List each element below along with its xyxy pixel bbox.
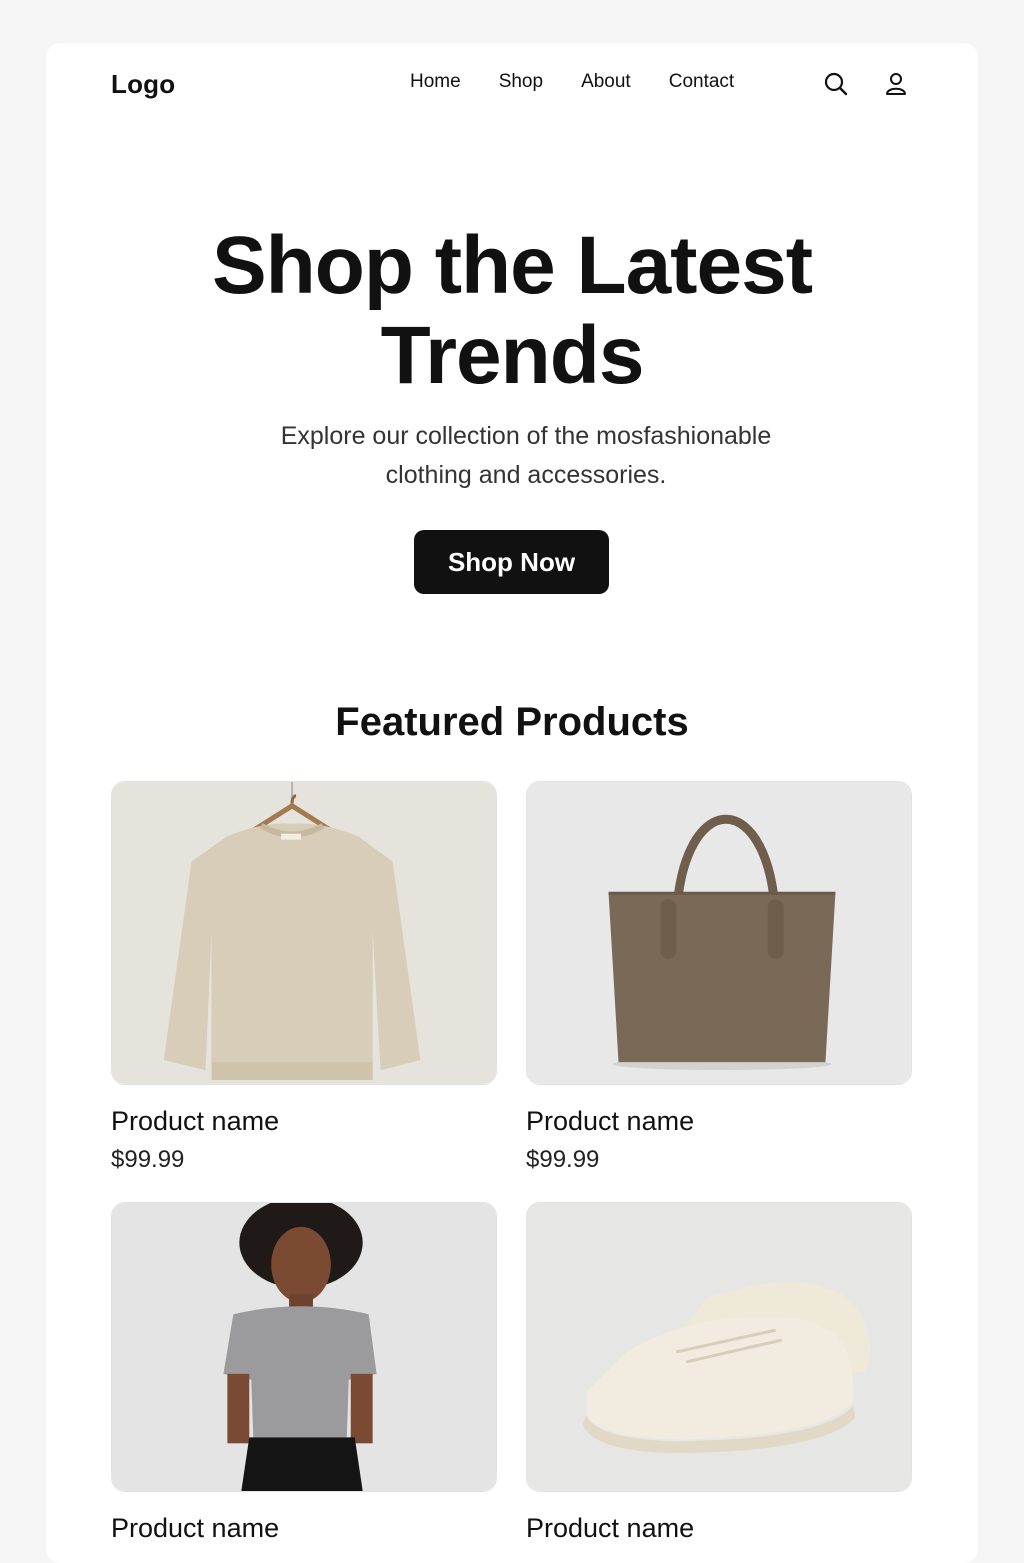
hero-title: Shop the Latest Trends <box>46 221 978 401</box>
product-image-sweater[interactable] <box>111 781 497 1085</box>
hero-title-line1: Shop the Latest <box>211 220 813 311</box>
main-nav: Home Shop About Contact <box>410 71 772 93</box>
featured-products-title: Featured Products <box>335 700 689 744</box>
product-image-tote[interactable] <box>526 781 912 1085</box>
page-card: Logo Home Shop About Contact Shop the La… <box>46 43 978 1563</box>
hero-title-line2: Trends <box>380 310 645 401</box>
product-name[interactable]: Product name <box>111 1105 497 1137</box>
product-card[interactable]: Product name $99.99 <box>526 781 912 1175</box>
product-card[interactable]: Product name <box>111 1202 497 1544</box>
search-icon[interactable] <box>821 69 851 99</box>
product-name[interactable]: Product name <box>111 1512 497 1544</box>
shop-now-button[interactable]: Shop Now <box>414 530 609 594</box>
product-price: $99.99 <box>526 1146 600 1173</box>
nav-about[interactable]: About <box>581 71 631 93</box>
nav-home[interactable]: Home <box>410 71 461 93</box>
nav-shop[interactable]: Shop <box>499 71 543 93</box>
user-icon[interactable] <box>881 69 911 99</box>
product-name[interactable]: Product name <box>526 1512 912 1544</box>
hero-subtitle: Explore our collection of the mosfashion… <box>280 422 772 489</box>
product-card[interactable]: Product name $99.99 <box>111 781 497 1175</box>
product-image-sneakers[interactable] <box>526 1202 912 1492</box>
logo[interactable]: Logo <box>111 69 175 100</box>
product-name[interactable]: Product name <box>526 1105 912 1137</box>
product-card[interactable]: Product name <box>526 1202 912 1544</box>
nav-contact[interactable]: Contact <box>669 71 734 93</box>
product-price: $99.99 <box>111 1146 185 1173</box>
product-image-tshirt[interactable] <box>111 1202 497 1492</box>
